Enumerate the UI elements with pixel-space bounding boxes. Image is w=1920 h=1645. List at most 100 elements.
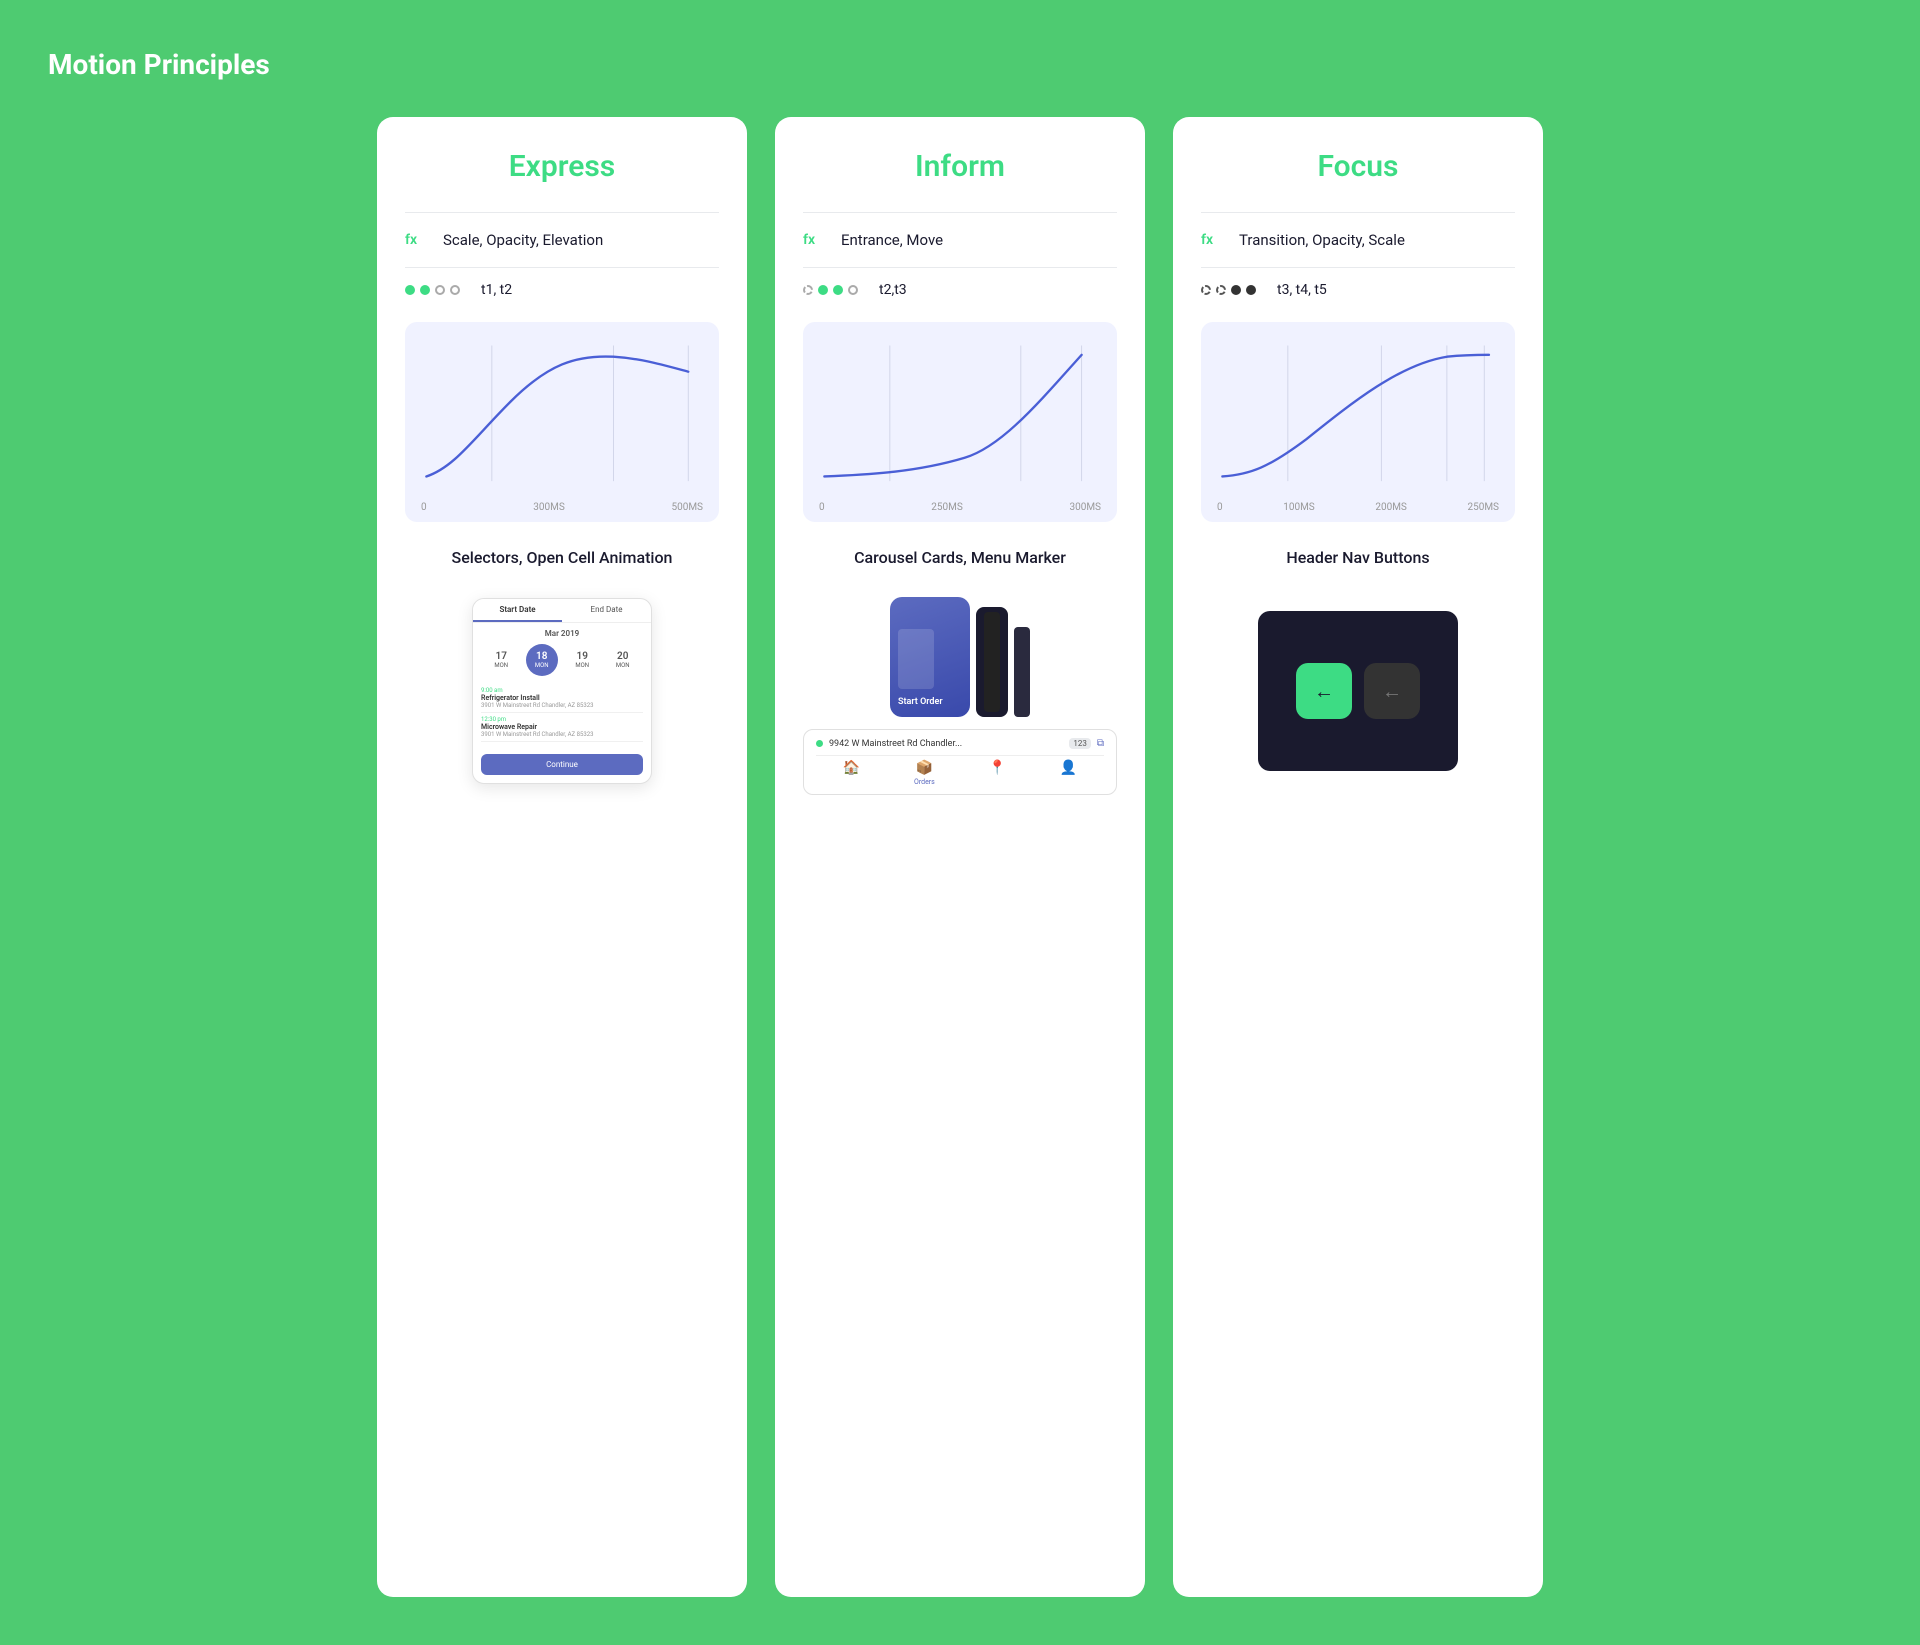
focus-preview: ← ← bbox=[1201, 581, 1515, 801]
inform-dot-3 bbox=[833, 285, 843, 295]
focus-title: Focus bbox=[1201, 149, 1515, 184]
inform-dots bbox=[803, 285, 863, 295]
card-focus: Focus fx Transition, Opacity, Scale t3, … bbox=[1173, 117, 1543, 1597]
focus-dot-3 bbox=[1231, 285, 1241, 295]
carousel-stripe bbox=[984, 612, 1000, 712]
phone-tab-end[interactable]: End Date bbox=[562, 599, 651, 622]
location-icon: 📍 bbox=[989, 760, 1006, 776]
inform-x-labels: 0 250MS 300MS bbox=[815, 502, 1105, 513]
inform-dot-2 bbox=[818, 285, 828, 295]
dot-4 bbox=[450, 285, 460, 295]
phone-date-17[interactable]: 17 MON bbox=[485, 644, 517, 676]
address-dot bbox=[816, 740, 823, 747]
carousel-nav: 🏠 📦 Orders 📍 👤 bbox=[816, 755, 1104, 786]
inform-preview: Start Order 9942 W Mainstreet Rd Chandle… bbox=[803, 581, 1117, 801]
inform-dot-4 bbox=[848, 285, 858, 295]
phone-dates: 17 MON 18 MON 19 MON 20 MON bbox=[473, 640, 651, 680]
express-timing-row: t1, t2 bbox=[405, 267, 719, 312]
phone-mockup: Start Date End Date Mar 2019 17 MON 18 M… bbox=[472, 598, 652, 784]
nav-inactive-arrow-icon: ← bbox=[1382, 679, 1402, 704]
focus-section-label: Header Nav Buttons bbox=[1201, 532, 1515, 581]
inform-timing-row: t2,t3 bbox=[803, 267, 1117, 312]
orders-icon: 📦 bbox=[916, 760, 933, 776]
carousel-address: 9942 W Mainstreet Rd Chandler... bbox=[829, 739, 962, 749]
phone-tab-start[interactable]: Start Date bbox=[473, 599, 562, 622]
focus-chart: 0 100MS 200MS 250MS bbox=[1201, 322, 1515, 522]
phone-date-20[interactable]: 20 MON bbox=[607, 644, 639, 676]
focus-x3: 250MS bbox=[1467, 502, 1499, 513]
express-title: Express bbox=[405, 149, 719, 184]
card-inform: Inform fx Entrance, Move t2,t3 bbox=[775, 117, 1145, 1597]
carousel-nav-profile[interactable]: 👤 bbox=[1060, 760, 1077, 786]
focus-chart-svg bbox=[1213, 338, 1503, 498]
phone-continue-btn[interactable]: Continue bbox=[481, 754, 643, 775]
inform-fx-section: fx Entrance, Move bbox=[803, 212, 1117, 267]
card-express: Express fx Scale, Opacity, Elevation t1,… bbox=[377, 117, 747, 1597]
phone-date-19[interactable]: 19 MON bbox=[566, 644, 598, 676]
home-icon: 🏠 bbox=[843, 760, 860, 776]
copy-icon: ⧉ bbox=[1097, 738, 1104, 749]
carousel-address-row: 9942 W Mainstreet Rd Chandler... 123 ⧉ bbox=[816, 738, 1104, 749]
cards-container: Express fx Scale, Opacity, Elevation t1,… bbox=[48, 117, 1872, 1597]
nav-btn-active[interactable]: ← bbox=[1296, 663, 1352, 719]
focus-fx-label: fx bbox=[1201, 232, 1225, 248]
nav-active-arrow-icon: ← bbox=[1314, 679, 1334, 704]
express-dots bbox=[405, 285, 465, 295]
carousel-card-1[interactable]: Start Order bbox=[890, 597, 970, 717]
inform-x0: 0 bbox=[819, 502, 825, 513]
dot-1 bbox=[405, 285, 415, 295]
focus-dots bbox=[1201, 285, 1261, 295]
express-chart: 0 300MS 500MS bbox=[405, 322, 719, 522]
carousel-nav-home[interactable]: 🏠 bbox=[843, 760, 860, 786]
focus-x2: 200MS bbox=[1375, 502, 1407, 513]
nav-buttons-mockup: ← ← bbox=[1258, 611, 1458, 771]
focus-fx-section: fx Transition, Opacity, Scale bbox=[1201, 212, 1515, 267]
orders-label: Orders bbox=[914, 778, 935, 786]
dot-2 bbox=[420, 285, 430, 295]
inform-x2: 300MS bbox=[1069, 502, 1101, 513]
carousel-card-1-label: Start Order bbox=[898, 697, 962, 707]
focus-x1: 100MS bbox=[1283, 502, 1315, 513]
carousel-bottom: 9942 W Mainstreet Rd Chandler... 123 ⧉ 🏠… bbox=[803, 729, 1117, 795]
phone-month: Mar 2019 bbox=[473, 623, 651, 640]
carousel-nav-location[interactable]: 📍 bbox=[989, 760, 1006, 786]
inform-dot-1 bbox=[803, 285, 813, 295]
carousel-card-3 bbox=[1014, 627, 1030, 717]
dot-3 bbox=[435, 285, 445, 295]
inform-fx-label: fx bbox=[803, 232, 827, 248]
phone-event-1: 9:00 am Refrigerator Install 3901 W Main… bbox=[481, 684, 643, 713]
inform-fx-effects: Entrance, Move bbox=[841, 231, 943, 249]
express-chart-svg bbox=[417, 338, 707, 498]
inform-chart: 0 250MS 300MS bbox=[803, 322, 1117, 522]
focus-dot-2 bbox=[1216, 285, 1226, 295]
carousel-nav-orders[interactable]: 📦 Orders bbox=[914, 760, 935, 786]
inform-chart-svg bbox=[815, 338, 1105, 498]
inform-section-label: Carousel Cards, Menu Marker bbox=[803, 532, 1117, 581]
nav-btn-inactive[interactable]: ← bbox=[1364, 663, 1420, 719]
inform-title: Inform bbox=[803, 149, 1117, 184]
focus-x0: 0 bbox=[1217, 502, 1223, 513]
express-section-label: Selectors, Open Cell Animation bbox=[405, 532, 719, 581]
inform-x1: 250MS bbox=[931, 502, 963, 513]
express-x0: 0 bbox=[421, 502, 427, 513]
carousel-cards: Start Order bbox=[890, 587, 1030, 717]
express-x2: 500MS bbox=[671, 502, 703, 513]
phone-events: 9:00 am Refrigerator Install 3901 W Main… bbox=[473, 680, 651, 746]
focus-x-labels: 0 100MS 200MS 250MS bbox=[1213, 502, 1503, 513]
express-fx-section: fx Scale, Opacity, Elevation bbox=[405, 212, 719, 267]
express-x1: 300MS bbox=[533, 502, 565, 513]
carousel-badge: 123 bbox=[1069, 738, 1091, 749]
express-x-labels: 0 300MS 500MS bbox=[417, 502, 707, 513]
express-fx-label: fx bbox=[405, 232, 429, 248]
express-preview: Start Date End Date Mar 2019 17 MON 18 M… bbox=[405, 581, 719, 801]
express-fx-effects: Scale, Opacity, Elevation bbox=[443, 231, 603, 249]
phone-event-2: 12:30 pm Microwave Repair 3901 W Mainstr… bbox=[481, 713, 643, 742]
phone-date-18[interactable]: 18 MON bbox=[526, 644, 558, 676]
focus-dot-1 bbox=[1201, 285, 1211, 295]
carousel-card-2[interactable] bbox=[976, 607, 1008, 717]
focus-timing: t3, t4, t5 bbox=[1277, 282, 1327, 298]
focus-fx-effects: Transition, Opacity, Scale bbox=[1239, 231, 1405, 249]
page-title: Motion Principles bbox=[48, 48, 1872, 81]
focus-dot-4 bbox=[1246, 285, 1256, 295]
express-timing: t1, t2 bbox=[481, 282, 512, 298]
